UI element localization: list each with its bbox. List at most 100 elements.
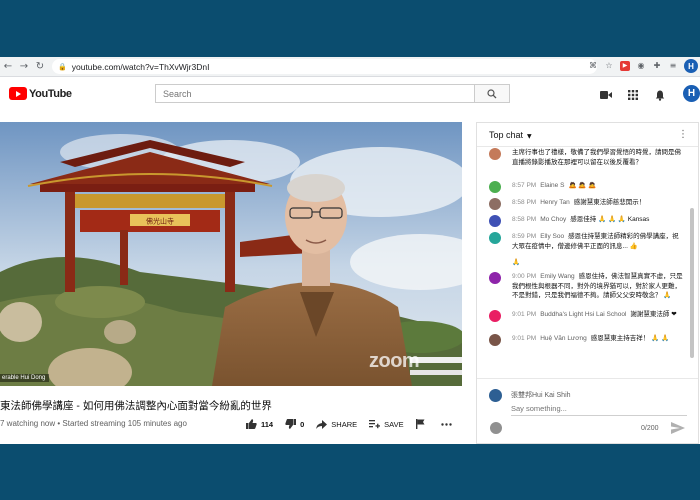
watching-count: 7 watching now (0, 419, 56, 428)
chat-author-name[interactable]: Huệ Văn Lương (540, 335, 587, 342)
speaker-name-label: erable Hui Dong (0, 374, 50, 382)
chat-message: 9:01 PM Huệ Văn Lương 感恩慧東主持吉祥！ 🙏 🙏 (477, 334, 689, 346)
chat-message-input[interactable] (511, 401, 687, 416)
like-count: 114 (261, 419, 274, 429)
chat-message: 8:57 PM Elaine S 🙇 🙇 🙇 (477, 181, 689, 193)
create-video-icon[interactable] (600, 89, 612, 101)
account-avatar[interactable]: H (683, 85, 700, 102)
chat-message-text: 感恩住持慧東法師精彩的佛學講座，祝大眾在疫情中，僧邊修佛平正面的訊息... 👍 (512, 233, 679, 250)
save-label: SAVE (384, 419, 404, 429)
chat-message: 8:58 PM Mo Choy 感恩佳持 🙏 🙏 🙏 Kansas (477, 215, 689, 227)
chat-message: 8:59 PM Elly Soo 感恩住持慧東法師精彩的佛學講座，祝大眾在疫情中，僧… (477, 232, 689, 251)
chat-author-name[interactable]: Elaine S (540, 182, 564, 189)
chat-timestamp: 8:58 PM (512, 199, 537, 206)
media-icon[interactable]: ≡ (668, 61, 678, 71)
video-player[interactable]: 佛光山寺 erable Hui Dong zoom (0, 122, 462, 386)
chat-author-name[interactable]: Emily Wang (540, 273, 574, 280)
dislike-button[interactable]: 0 (285, 419, 304, 429)
translate-icon[interactable]: ⌘ (588, 61, 598, 71)
composer-user-name: 張雙邦Hui Kai Shih (511, 392, 571, 399)
browser-toolbar: ← → ↻ 🔒 youtube.com/watch?v=ThXvWjr3DnI … (0, 57, 700, 77)
chat-message-text: 感謝慧東法師慈悲開示！ (573, 199, 646, 206)
chat-author-avatar[interactable] (489, 181, 501, 193)
chat-author-avatar[interactable] (489, 272, 501, 284)
chat-message: 主席行事也了禮樣，敬備了我們學習覺悟的時覺，請問是佛直播將錄影播放在那裡可以留在… (477, 148, 689, 167)
chat-message-text: 感恩住持，佛法智慧真實不虛，只是我們根性與根器不同，對外的境界猶可以，對於家人更… (512, 273, 683, 299)
search-input[interactable] (155, 84, 475, 103)
chat-author-avatar[interactable] (489, 310, 501, 322)
back-icon[interactable]: ← (0, 57, 16, 77)
chat-timestamp: 9:01 PM (512, 335, 537, 342)
address-bar[interactable]: 🔒 youtube.com/watch?v=ThXvWjr3DnI (52, 59, 597, 74)
report-button[interactable] (415, 419, 429, 429)
youtube-logo[interactable]: YouTube (9, 87, 72, 100)
dislike-count: 0 (300, 419, 305, 429)
reload-icon[interactable]: ↻ (32, 57, 48, 77)
gate-plaque-text: 佛光山寺 (146, 217, 174, 226)
video-meta: 7 watching now • Started streaming 105 m… (0, 419, 187, 428)
video-frame-illustration: 佛光山寺 (0, 122, 462, 386)
chat-composer: 張雙邦Hui Kai Shih 0/200 (477, 378, 698, 443)
star-icon[interactable]: ☆ (604, 61, 614, 71)
notifications-bell-icon[interactable] (654, 89, 666, 101)
chat-author-avatar[interactable] (489, 232, 501, 244)
send-icon[interactable] (671, 422, 685, 434)
chat-message: 9:00 PM Emily Wang 感恩住持，佛法智慧真實不虛，只是我們根性與根器… (477, 272, 689, 301)
youtube-play-icon (9, 87, 27, 100)
share-label: SHARE (331, 419, 358, 429)
youtube-header: YouTube H (0, 77, 700, 112)
chat-author-avatar[interactable] (489, 198, 501, 210)
more-vertical-icon[interactable]: ⋮ (678, 129, 688, 140)
logo-text: YouTube (29, 87, 72, 100)
forward-icon[interactable]: → (16, 57, 32, 77)
browser-window: ← → ↻ 🔒 youtube.com/watch?v=ThXvWjr3DnI … (0, 57, 700, 444)
chat-author-name[interactable]: Mo Choy (540, 216, 566, 223)
chat-author-name[interactable]: Buddha's Light Hsi Lai School (540, 311, 626, 318)
chat-message: 9:01 PM Buddha's Light Hsi Lai School 謝謝慧東… (477, 310, 689, 322)
scrollbar-thumb[interactable] (690, 208, 694, 358)
more-actions-button[interactable] (440, 422, 456, 426)
chat-mode-selector[interactable]: Top chat ▼ (489, 130, 532, 140)
chat-message: 🙏 (477, 258, 689, 268)
chat-scrollbar[interactable] (689, 148, 695, 368)
chat-timestamp: 8:59 PM (512, 233, 537, 240)
save-button[interactable]: SAVE (369, 419, 404, 429)
user-avatar (489, 389, 502, 402)
extension-icon[interactable]: ◉ (636, 61, 646, 71)
chat-message-text: 主席行事也了禮樣，敬備了我們學習覺悟的時覺，請問是佛直播將錄影播放在那裡可以留在… (512, 149, 681, 166)
chat-timestamp: 9:00 PM (512, 273, 537, 280)
emoji-icon[interactable] (490, 422, 502, 434)
video-title: 東法師佛學講座 - 如何用佛法調整內心面對當今紛亂的世界 (0, 400, 272, 412)
video-actions: 114 0 SHARE SAVE (246, 419, 468, 429)
chat-timestamp: 8:58 PM (512, 216, 537, 223)
chat-header: Top chat ▼ ⋮ (477, 123, 698, 147)
puzzle-icon[interactable]: ✚ (652, 61, 662, 71)
apps-grid-icon[interactable] (627, 89, 639, 101)
streaming-time: Started streaming 105 minutes ago (62, 419, 187, 428)
share-button[interactable]: SHARE (316, 419, 358, 429)
search-button[interactable] (474, 84, 510, 103)
share-icon (316, 419, 328, 429)
chat-message-text: 感恩佳持 🙏 🙏 🙏 Kansas (570, 216, 650, 223)
extension-icon[interactable]: ▶ (620, 61, 630, 71)
chat-timestamp: 8:57 PM (512, 182, 537, 189)
live-chat-panel: Top chat ▼ ⋮ 主席行事也了禮樣，敬備了我們學習覺悟的時覺，請問是佛直播… (476, 122, 699, 444)
chat-author-name[interactable]: Henry Tan (540, 199, 570, 206)
lock-icon: 🔒 (58, 62, 67, 71)
chat-message-list[interactable]: 主席行事也了禮樣，敬備了我們學習覺悟的時覺，請問是佛直播將錄影播放在那裡可以留在… (477, 148, 690, 368)
profile-avatar[interactable]: H (684, 59, 698, 73)
chat-message-text: 🙇 🙇 🙇 (568, 182, 597, 189)
chat-author-avatar[interactable] (489, 148, 501, 160)
more-horizontal-icon (440, 422, 452, 426)
thumbs-down-icon (285, 419, 297, 429)
chat-author-name[interactable]: Elly Soo (540, 233, 564, 240)
chat-message: 8:58 PM Henry Tan 感謝慧東法師慈悲開示！ (477, 198, 689, 210)
chat-author-avatar[interactable] (489, 215, 501, 227)
chat-message-text: 感恩慧東主持吉祥！ 🙏 🙏 (590, 335, 670, 342)
add-to-playlist-icon (369, 419, 381, 428)
like-button[interactable]: 114 (246, 419, 273, 429)
chat-author-avatar[interactable] (489, 334, 501, 346)
char-count: 0/200 (641, 425, 659, 432)
zoom-watermark: zoom (369, 350, 420, 372)
chat-mode-label: Top chat (489, 129, 524, 140)
